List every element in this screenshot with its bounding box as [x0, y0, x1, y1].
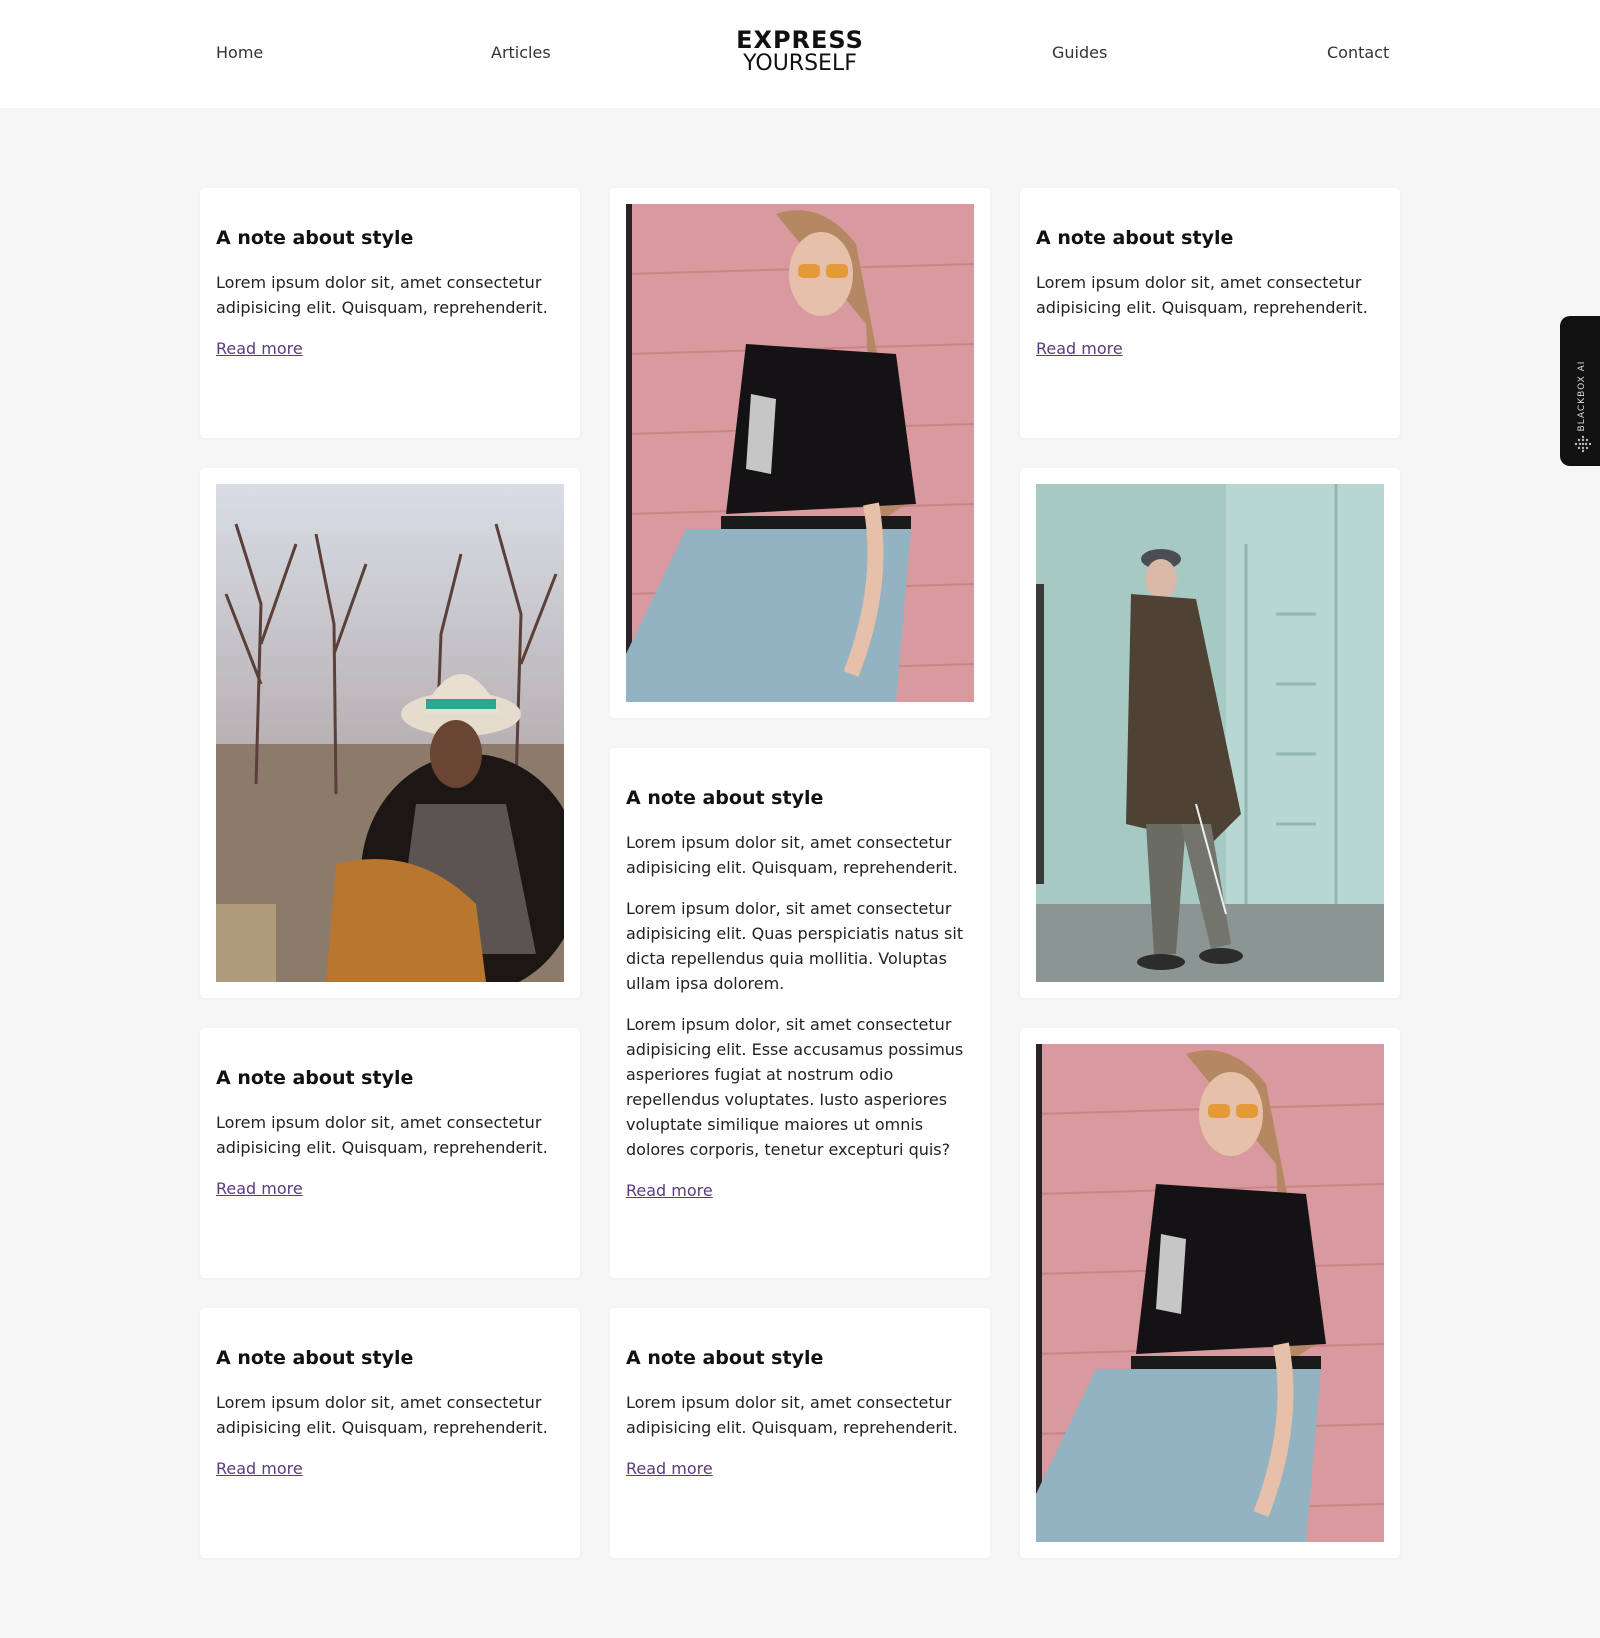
photo-man-coat-image	[1036, 484, 1384, 982]
card-body: Lorem ipsum dolor sit, amet consectetur …	[216, 1390, 564, 1481]
nav-guides-link[interactable]: Guides	[1052, 43, 1107, 63]
card-title: A note about style	[216, 227, 414, 249]
read-more-link[interactable]: Read more	[216, 1179, 303, 1199]
card-excerpt: Lorem ipsum dolor sit, amet consectetur …	[626, 833, 958, 877]
card-title: A note about style	[216, 1347, 414, 1369]
card-excerpt: Lorem ipsum dolor sit, amet consectetur …	[1036, 273, 1368, 317]
photo-card	[200, 468, 580, 998]
card-paragraph: Lorem ipsum dolor, sit amet consectetur …	[626, 899, 964, 993]
photo-woman-pink-wall-image	[626, 204, 974, 702]
dots-grid-icon	[1574, 435, 1592, 453]
photo-woman-pink-wall-image	[1036, 1044, 1384, 1542]
card-body: Lorem ipsum dolor sit, amet consectetur …	[216, 270, 564, 361]
card-excerpt: Lorem ipsum dolor sit, amet consectetur …	[216, 1393, 548, 1437]
read-more-link[interactable]: Read more	[1036, 339, 1123, 359]
read-more-link[interactable]: Read more	[216, 1459, 303, 1479]
photo-card	[1020, 468, 1400, 998]
card-excerpt: Lorem ipsum dolor sit, amet consectetur …	[216, 1113, 548, 1157]
card-paragraph: Lorem ipsum dolor, sit amet consectetur …	[626, 1015, 964, 1159]
read-more-link[interactable]: Read more	[626, 1459, 713, 1479]
site-header: Home Articles EXPRESS YOURSELF Guides Co…	[0, 0, 1600, 108]
blackbox-ai-widget[interactable]: BLACKBOX AI	[1560, 316, 1600, 466]
nav-contact-link[interactable]: Contact	[1327, 43, 1389, 63]
article-card: A note about style Lorem ipsum dolor sit…	[1020, 188, 1400, 438]
card-body: Lorem ipsum dolor sit, amet consectetur …	[216, 1110, 564, 1201]
read-more-link[interactable]: Read more	[216, 339, 303, 359]
card-title: A note about style	[1036, 227, 1234, 249]
logo-top-text: EXPRESS	[736, 26, 864, 54]
card-excerpt: Lorem ipsum dolor sit, amet consectetur …	[626, 1393, 958, 1437]
photo-woman-pink-wall	[626, 204, 974, 702]
article-card: A note about style Lorem ipsum dolor sit…	[610, 1308, 990, 1558]
photo-woman-hat-image	[216, 484, 564, 982]
photo-card	[610, 188, 990, 718]
card-body: Lorem ipsum dolor sit, amet consectetur …	[626, 830, 974, 1203]
site-logo[interactable]: EXPRESS YOURSELF	[700, 28, 900, 76]
photo-woman-hat	[216, 484, 564, 982]
card-body: Lorem ipsum dolor sit, amet consectetur …	[1036, 270, 1384, 361]
widget-label: BLACKBOX AI	[1577, 360, 1587, 432]
logo-bottom-text: YOURSELF	[743, 51, 857, 76]
nav-articles-link[interactable]: Articles	[491, 43, 551, 63]
photo-card	[1020, 1028, 1400, 1558]
article-card: A note about style Lorem ipsum dolor sit…	[200, 1308, 580, 1558]
photo-woman-pink-wall	[1036, 1044, 1384, 1542]
article-card: A note about style Lorem ipsum dolor sit…	[200, 1028, 580, 1278]
card-title: A note about style	[626, 787, 824, 809]
read-more-link[interactable]: Read more	[626, 1181, 713, 1201]
card-body: Lorem ipsum dolor sit, amet consectetur …	[626, 1390, 974, 1481]
card-title: A note about style	[216, 1067, 414, 1089]
photo-man-coat	[1036, 484, 1384, 982]
article-card-long: A note about style Lorem ipsum dolor sit…	[610, 748, 990, 1278]
nav-home-link[interactable]: Home	[216, 43, 263, 63]
card-excerpt: Lorem ipsum dolor sit, amet consectetur …	[216, 273, 548, 317]
card-title: A note about style	[626, 1347, 824, 1369]
article-card: A note about style Lorem ipsum dolor sit…	[200, 188, 580, 438]
